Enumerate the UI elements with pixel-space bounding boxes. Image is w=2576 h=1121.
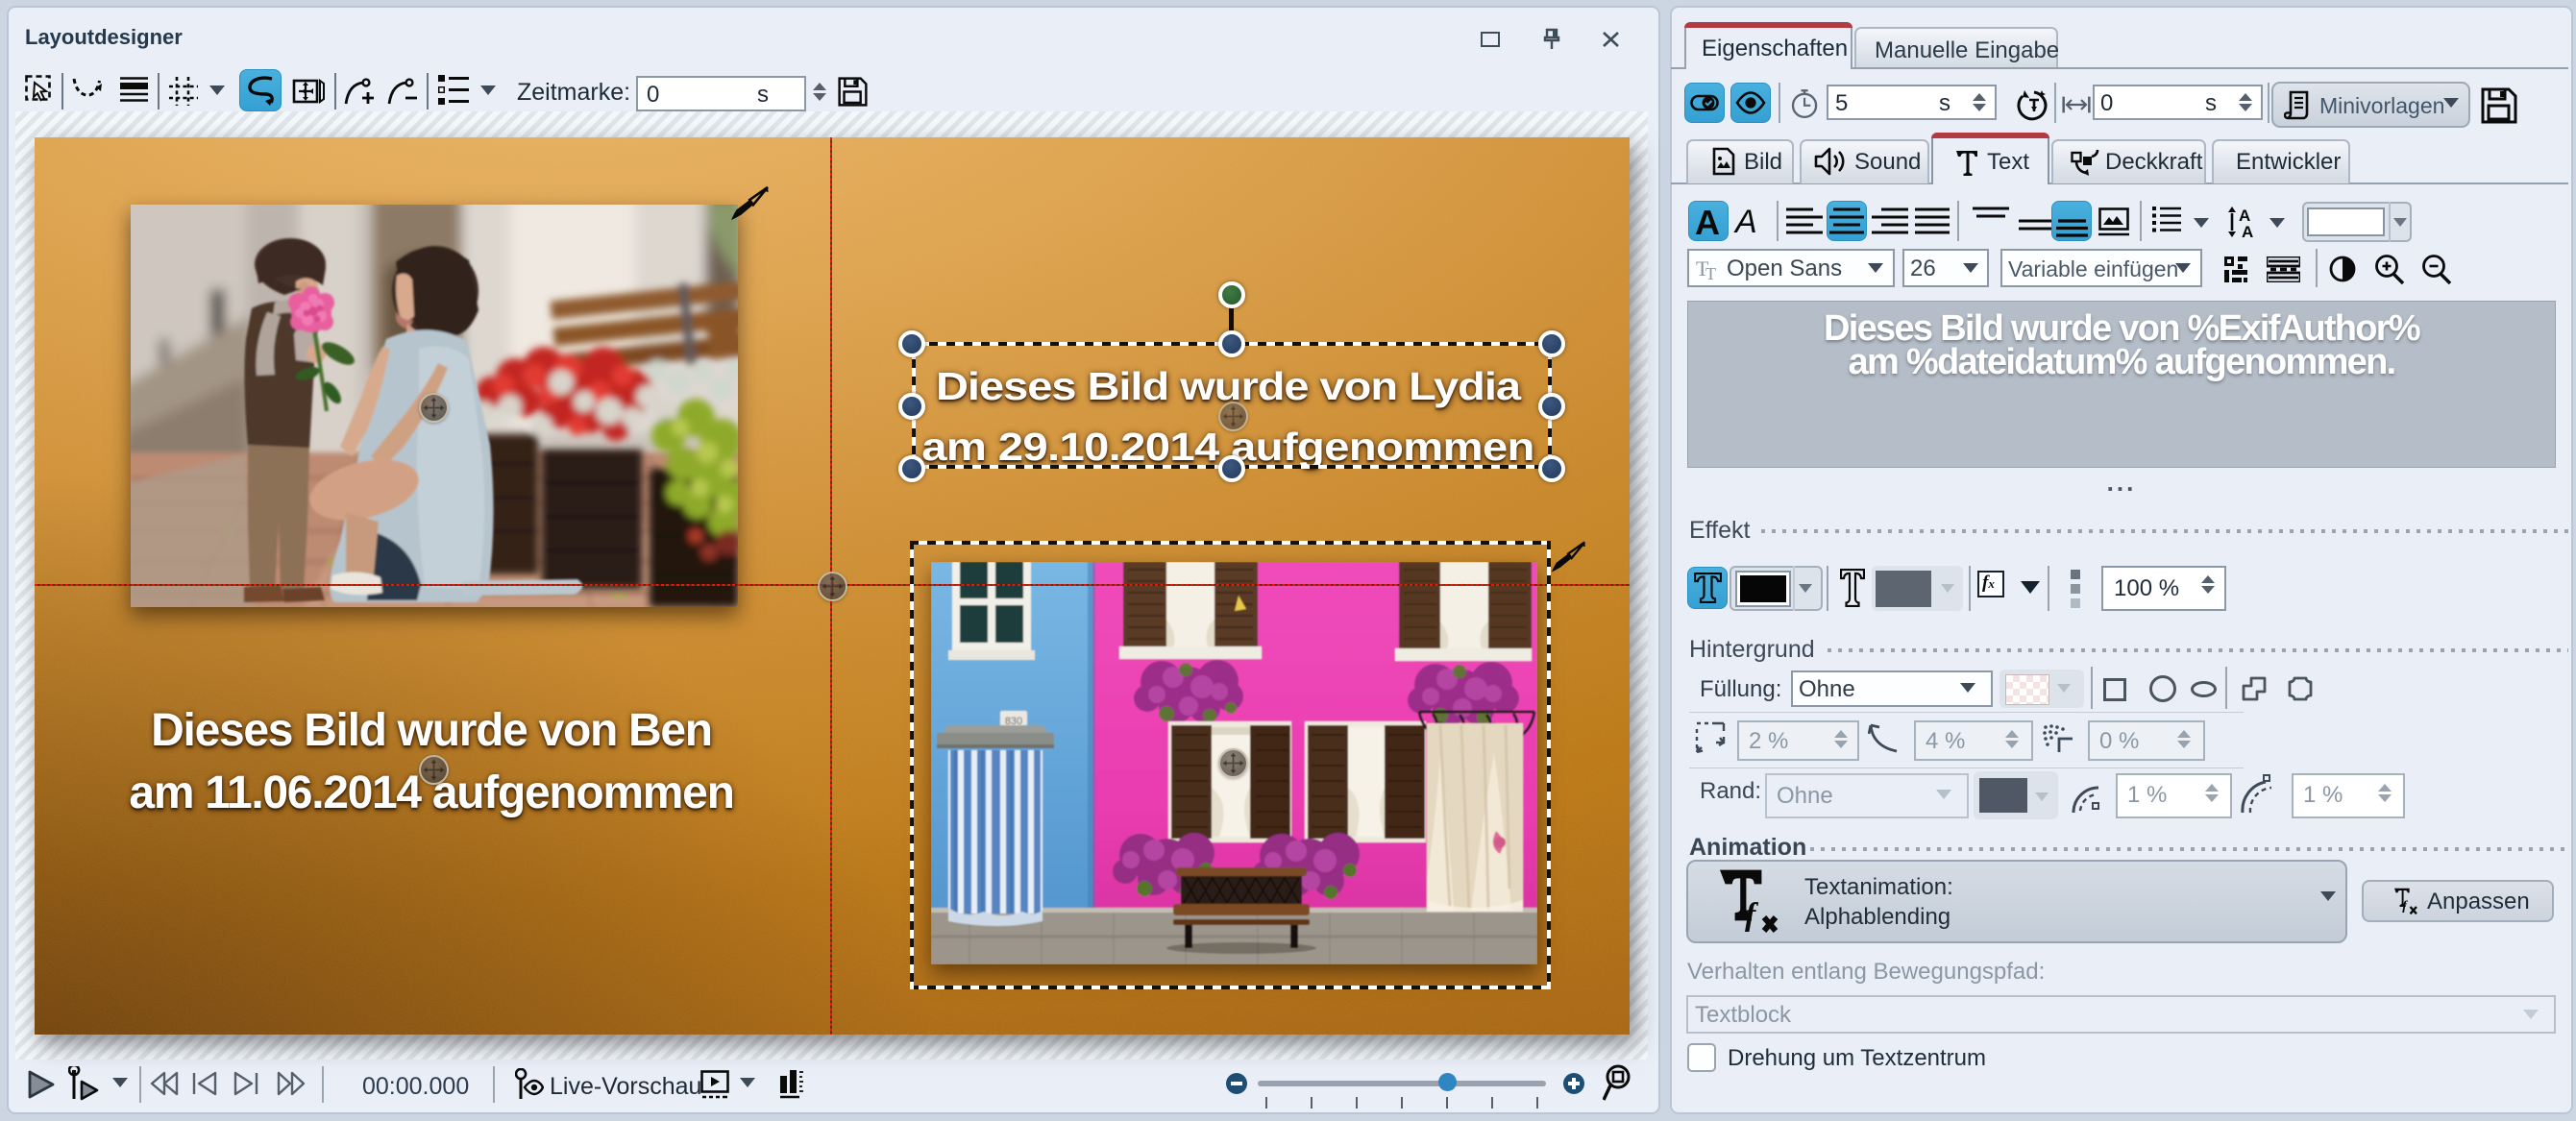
svg-text:f: f (1745, 897, 1759, 933)
svg-text:A: A (2242, 223, 2253, 238)
svg-text:f: f (2402, 898, 2408, 913)
svg-text:T: T (1705, 264, 1716, 281)
